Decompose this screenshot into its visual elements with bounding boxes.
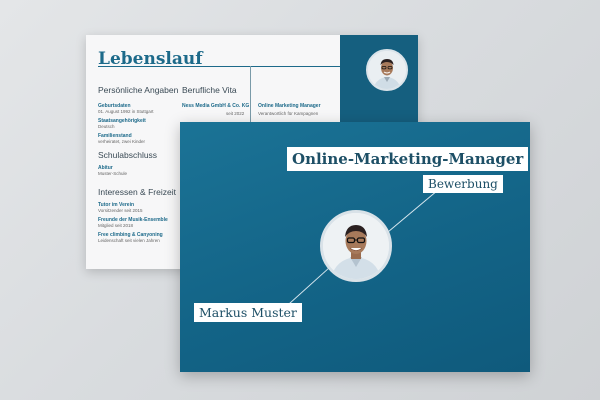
heading-career: Berufliche Vita [182,85,237,95]
text-hobby-2: Mitglied seit 2018 [98,223,134,228]
career-period: seit 2022 [226,111,245,116]
text-hobby-1: Vorsitzender seit 2015 [98,208,143,213]
heading-school: Schulabschluss [98,150,158,160]
connector-line-subtitle [386,191,437,234]
career-role: Online Marketing Manager [258,103,321,109]
name-label: Markus Muster [194,303,302,322]
divider-line [250,66,251,126]
title-rule [98,66,340,67]
subtitle-label: Bewerbung [423,175,503,193]
text-nationality: Deutsch [98,124,115,129]
career-role-text: Verantwortlich für Kampagnen [258,111,319,116]
cover-front-card: Online-Marketing-Manager Bewerbung Marku… [180,122,530,372]
heading-hobbies: Interessen & Freizeit [98,187,176,197]
connector-line-name [286,267,330,307]
text-family: verheiratet, zwei Kinder [98,139,146,144]
portrait-photo [320,210,392,282]
text-hobby-3: Leidenschaft seit vielen Jahren [98,238,160,243]
text-school: Muster-Schule [98,171,128,176]
heading-personal: Persönliche Angaben [98,85,179,95]
career-company: Ness Media GmbH & Co. KG [182,103,250,109]
job-title-label: Online-Marketing-Manager [287,147,529,171]
text-birth: 01. August 1992 in Stuttgart [98,109,154,114]
cv-portrait-photo [366,49,408,91]
